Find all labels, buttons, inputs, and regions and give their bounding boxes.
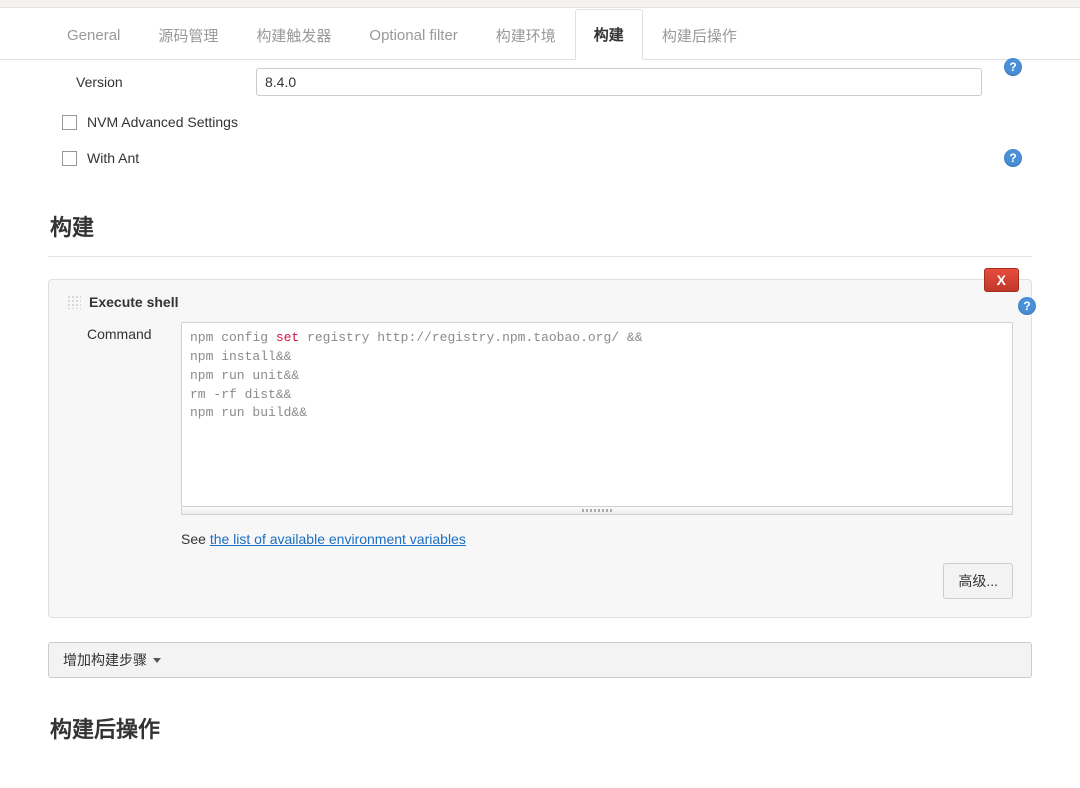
env-vars-link[interactable]: the list of available environment variab… <box>210 531 466 547</box>
panel-title: Execute shell <box>89 294 179 310</box>
build-section-title: 构建 <box>48 186 1032 257</box>
command-textarea[interactable]: npm config set registry http://registry.… <box>181 322 1013 507</box>
version-input[interactable] <box>256 68 982 96</box>
delete-step-button[interactable]: X <box>984 268 1019 292</box>
with-ant-checkbox[interactable] <box>62 151 77 166</box>
add-build-step-button[interactable]: 增加构建步骤 <box>48 642 1032 678</box>
panel-header: Execute shell <box>67 294 1013 322</box>
tab-build-env[interactable]: 构建环境 <box>477 10 575 60</box>
help-icon[interactable]: ? <box>1004 149 1022 167</box>
top-bar <box>0 0 1080 8</box>
tabs-bar: General 源码管理 构建触发器 Optional filter 构建环境 … <box>0 8 1080 60</box>
help-icon[interactable]: ? <box>1018 297 1036 315</box>
env-vars-hint: See the list of available environment va… <box>181 515 1013 547</box>
hint-prefix: See <box>181 531 210 547</box>
tab-post-build[interactable]: 构建后操作 <box>643 10 756 60</box>
content-area: Version ? NVM Advanced Settings With Ant… <box>0 60 1080 788</box>
command-label: Command <box>87 322 167 599</box>
chevron-down-icon <box>153 658 161 663</box>
tab-triggers[interactable]: 构建触发器 <box>237 10 350 60</box>
tab-optional-filter[interactable]: Optional filter <box>350 12 476 58</box>
nvm-advanced-label: NVM Advanced Settings <box>87 114 238 130</box>
nvm-advanced-row: NVM Advanced Settings <box>48 104 1032 140</box>
advanced-button[interactable]: 高级... <box>943 563 1013 599</box>
version-label: Version <box>76 74 256 90</box>
nvm-advanced-checkbox[interactable] <box>62 115 77 130</box>
tab-build[interactable]: 构建 <box>575 9 643 60</box>
tab-general[interactable]: General <box>48 12 139 58</box>
post-build-section-title: 构建后操作 <box>48 688 1032 758</box>
with-ant-label: With Ant <box>87 150 139 166</box>
version-row: Version ? <box>48 60 1032 104</box>
resize-grip[interactable] <box>181 507 1013 515</box>
execute-shell-panel: X Execute shell Command npm config set r… <box>48 279 1032 618</box>
advanced-button-label: 高级... <box>958 571 998 591</box>
with-ant-row: With Ant ? <box>48 140 1032 176</box>
add-build-step-label: 增加构建步骤 <box>63 650 147 670</box>
help-icon[interactable]: ? <box>1004 58 1022 76</box>
tab-scm[interactable]: 源码管理 <box>139 10 237 60</box>
drag-handle-icon[interactable] <box>67 295 81 309</box>
